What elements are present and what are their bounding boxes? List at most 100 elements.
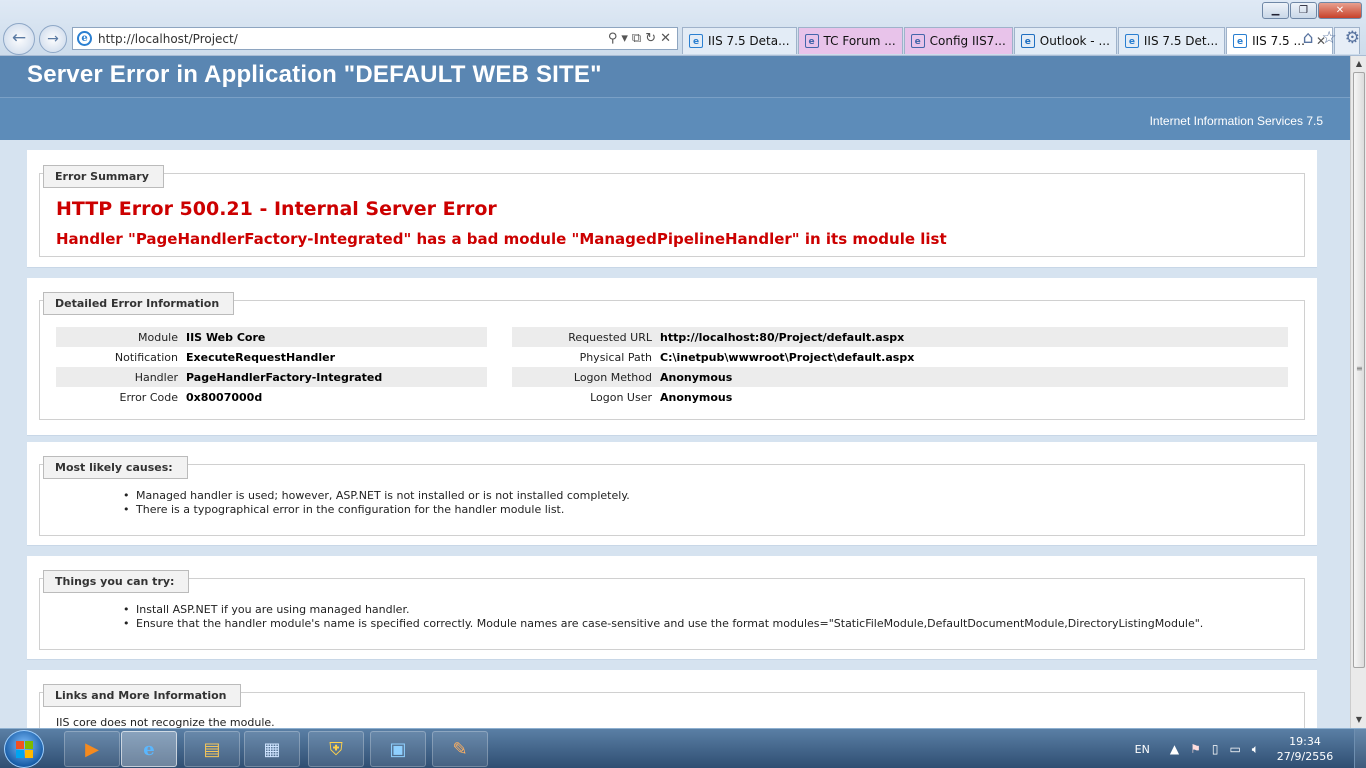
browser-tab[interactable]: e IIS 7.5 Det... xyxy=(1117,27,1226,54)
tab-favicon-icon: e xyxy=(804,34,819,48)
detail-table-left: Module IIS Web Core Notification ExecuteReq… xyxy=(56,327,487,407)
detail-label: Notification xyxy=(114,350,178,364)
close-window-button[interactable]: ✕ xyxy=(1318,2,1362,19)
paint-taskbar-button[interactable]: ✎ xyxy=(432,731,488,767)
control-panel-icon: ▦ xyxy=(263,738,281,760)
ie-page-icon: e xyxy=(77,31,92,46)
address-bar[interactable]: e http://localhost/Project/ ⚲ ▾ ⧉ ↻ ✕ xyxy=(72,27,678,50)
links-text: IIS core does not recognize the module. xyxy=(56,716,275,728)
tab-favicon-icon: e xyxy=(689,34,703,48)
forward-button[interactable]: → xyxy=(39,25,67,53)
address-bar-controls: ⚲ ▾ ⧉ ↻ ✕ xyxy=(608,31,671,46)
arrow-left-icon: ← xyxy=(11,28,27,48)
detail-value: C:\inetpub\wwwroot\Project\default.aspx xyxy=(660,350,915,364)
url-input[interactable]: http://localhost/Project/ xyxy=(98,32,608,46)
restore-button[interactable]: ❐ xyxy=(1290,2,1317,19)
folder-icon: ▤ xyxy=(203,738,221,760)
detail-row: Notification ExecuteRequestHandler xyxy=(56,347,487,367)
tab-favicon-icon: e xyxy=(1020,34,1035,48)
dropdown-arrow-icon[interactable]: ▾ xyxy=(621,31,628,46)
detail-value: PageHandlerFactory-Integrated xyxy=(186,370,383,384)
refresh-icon[interactable]: ↻ xyxy=(645,31,656,46)
things-to-try-section: Things you can try: Install ASP.NET if y… xyxy=(27,556,1317,660)
home-icon[interactable]: ⌂ xyxy=(1303,28,1314,48)
language-indicator[interactable]: EN xyxy=(1135,743,1150,756)
compat-view-icon[interactable]: ⧉ xyxy=(632,31,641,46)
detail-row: Requested URL http://localhost:80/Project… xyxy=(512,327,1288,347)
detail-value: Anonymous xyxy=(660,390,733,404)
photo-viewer-taskbar-button[interactable]: ▣ xyxy=(370,731,426,767)
detail-row: Logon User Anonymous xyxy=(512,387,1288,407)
explorer-taskbar-button[interactable]: ▤ xyxy=(184,731,240,767)
scroll-down-icon[interactable]: ▼ xyxy=(1351,712,1366,728)
error-message: Handler "PageHandlerFactory-Integrated" … xyxy=(56,230,947,248)
control-panel-taskbar-button[interactable]: ▦ xyxy=(244,731,300,767)
list-item: Ensure that the handler module's name is… xyxy=(123,617,1203,631)
stop-icon[interactable]: ✕ xyxy=(660,31,671,46)
media-player-taskbar-button[interactable]: ▶ xyxy=(64,731,120,767)
page-content: Server Error in Application "DEFAULT WEB… xyxy=(0,56,1350,728)
tab-label: IIS 7.5 Deta... xyxy=(708,34,790,48)
media-player-icon: ▶ xyxy=(85,738,99,760)
scrollbar-thumb[interactable]: ≡ xyxy=(1353,72,1365,668)
vertical-scrollbar[interactable]: ▲ ≡ ▼ xyxy=(1350,56,1366,728)
tab-label: IIS 7.5 ... xyxy=(1252,34,1305,48)
browser-toolbar: ⌂ ☆ ⚙ xyxy=(1303,28,1360,48)
iis-version-label: Internet Information Services 7.5 xyxy=(1149,114,1323,128)
browser-chrome: ▁ ❐ ✕ ← → e http://localhost/Project/ ⚲ … xyxy=(0,0,1366,56)
detail-value: 0x8007000d xyxy=(186,390,263,404)
list-item: Install ASP.NET if you are using managed… xyxy=(123,603,1203,617)
back-button[interactable]: ← xyxy=(3,23,35,55)
detail-row: Physical Path C:\inetpub\wwwroot\Project\… xyxy=(512,347,1288,367)
ie-taskbar-button[interactable]: e xyxy=(121,731,177,767)
list-item: Managed handler is used; however, ASP.NE… xyxy=(123,489,630,503)
tab-label: TC Forum ... xyxy=(823,34,896,48)
detail-row: Logon Method Anonymous xyxy=(512,367,1288,387)
detail-value: IIS Web Core xyxy=(186,330,266,344)
detail-value: http://localhost:80/Project/default.aspx xyxy=(660,330,905,344)
shield-icon: ⛨ xyxy=(329,738,343,760)
start-button[interactable] xyxy=(4,730,44,768)
clock[interactable]: 19:34 27/9/2556 xyxy=(1270,734,1340,764)
show-hidden-icons-icon[interactable]: ▲ xyxy=(1170,742,1179,756)
detail-label: Requested URL xyxy=(568,330,652,344)
links-section: Links and More Information IIS core does… xyxy=(27,670,1317,728)
settings-gear-icon[interactable]: ⚙ xyxy=(1345,28,1360,48)
detail-label: Logon Method xyxy=(573,370,652,384)
action-center-flag-icon[interactable]: ⚑ xyxy=(1190,742,1201,756)
device-icon[interactable]: ▯ xyxy=(1212,742,1219,756)
network-icon[interactable]: ▭ xyxy=(1229,742,1240,756)
taskbar: ▶ e ▤ ▦ ⛨ ▣ ✎ EN ▲ ⚑ ▯ ▭ 🔈︎ 19:34 27/9/2… xyxy=(0,728,1366,768)
browser-tab[interactable]: e TC Forum ... xyxy=(797,27,903,54)
browser-tab[interactable]: e Outlook - ... xyxy=(1013,27,1117,54)
tab-label: IIS 7.5 Det... xyxy=(1143,34,1219,48)
minimize-button[interactable]: ▁ xyxy=(1262,2,1289,19)
security-taskbar-button[interactable]: ⛨ xyxy=(308,731,364,767)
favorites-star-icon[interactable]: ☆ xyxy=(1322,28,1337,48)
page-title: Server Error in Application "DEFAULT WEB… xyxy=(27,61,602,88)
detail-row: Handler PageHandlerFactory-Integrated xyxy=(56,367,487,387)
internet-explorer-icon: e xyxy=(143,738,155,760)
detailed-error-section: Detailed Error Information Module IIS Web… xyxy=(27,278,1317,436)
search-icon[interactable]: ⚲ xyxy=(608,31,618,46)
system-tray: EN ▲ ⚑ ▯ ▭ 🔈︎ 19:34 27/9/2556 xyxy=(1135,729,1366,768)
clock-date: 27/9/2556 xyxy=(1276,750,1334,763)
tab-label: Config IIS7... xyxy=(929,34,1006,48)
detail-value: Anonymous xyxy=(660,370,733,384)
scroll-up-icon[interactable]: ▲ xyxy=(1351,56,1366,72)
browser-tab[interactable]: e Config IIS7... xyxy=(903,27,1013,54)
tab-strip: e IIS 7.5 Deta... e TC Forum ... e Config IIS… xyxy=(682,27,1360,54)
browser-tab[interactable]: e IIS 7.5 Deta... xyxy=(682,27,797,54)
volume-icon[interactable]: 🔈︎ xyxy=(1252,742,1259,757)
detail-label: Module xyxy=(138,330,178,344)
grip-icon: ≡ xyxy=(1356,364,1363,373)
show-desktop-button[interactable] xyxy=(1354,729,1366,768)
error-summary-section: Error Summary HTTP Error 500.21 - Intern… xyxy=(27,150,1317,268)
window-controls: ▁ ❐ ✕ xyxy=(1262,2,1362,19)
detail-label: Handler xyxy=(134,370,178,384)
error-summary-legend: Error Summary xyxy=(43,165,164,188)
detailed-error-legend: Detailed Error Information xyxy=(43,292,235,315)
detail-row: Error Code 0x8007000d xyxy=(56,387,487,407)
arrow-right-icon: → xyxy=(47,31,59,47)
paint-palette-icon: ✎ xyxy=(452,738,468,760)
